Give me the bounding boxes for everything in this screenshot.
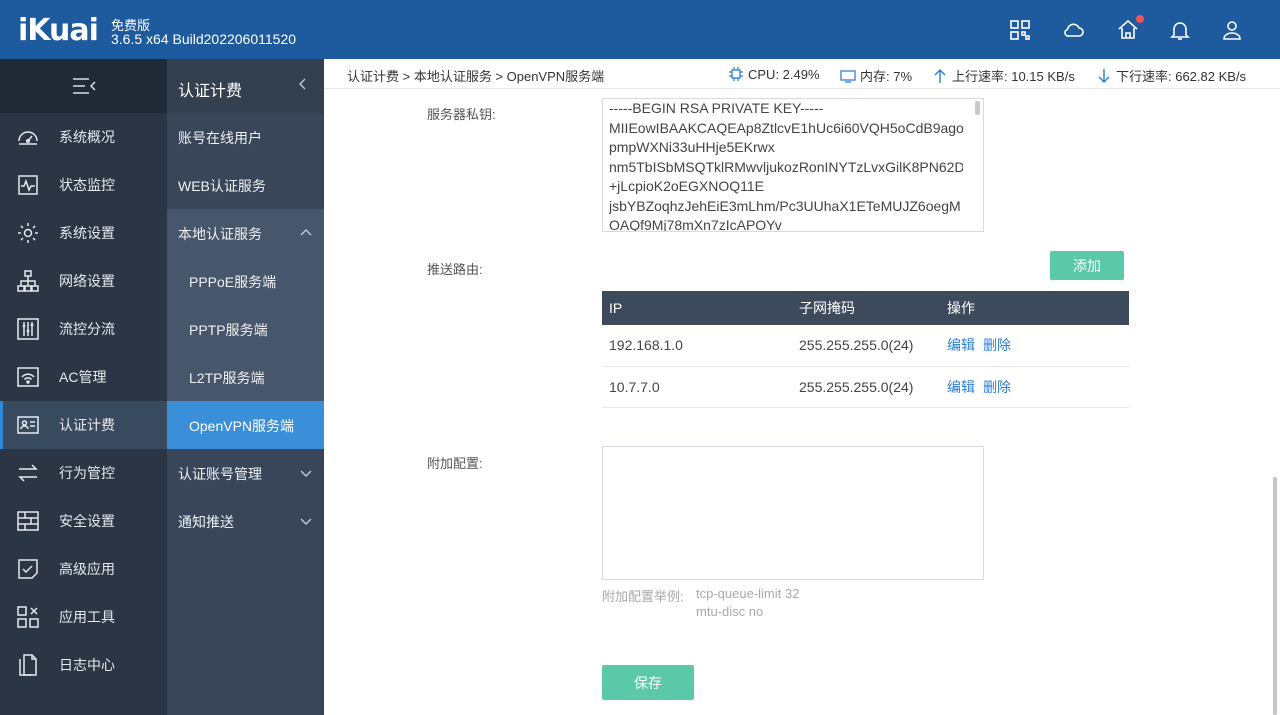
menu-toggle-button[interactable] [0, 59, 167, 113]
sliders-icon [16, 317, 40, 341]
subnav-item-notifications[interactable]: 通知推送 [167, 497, 324, 545]
delete-link[interactable]: 删除 [983, 379, 1011, 395]
qr-code-icon[interactable] [1008, 18, 1032, 42]
breadcrumb: 认证计费 > 本地认证服务 > OpenVPN服务端 [347, 69, 605, 84]
version-label: 3.6.5 x64 Build202206011520 [111, 31, 297, 47]
sidebar-item-network[interactable]: 网络设置 [0, 257, 167, 305]
page-scrollbar[interactable] [1273, 477, 1277, 715]
subnav-item-pppoe[interactable]: PPPoE服务端 [167, 257, 324, 305]
subnav-item-online-users[interactable]: 账号在线用户 [167, 113, 324, 161]
cloud-icon[interactable] [1062, 18, 1086, 42]
arrow-up-icon [934, 68, 946, 83]
edit-link[interactable]: 编辑 [947, 337, 975, 353]
table-header-row: IP 子网掩码 操作 [602, 291, 1129, 325]
edit-link[interactable]: 编辑 [947, 379, 975, 395]
logo: iKuai [18, 13, 99, 48]
monitor-icon [16, 173, 40, 197]
push-route-label: 推送路由: [427, 262, 483, 277]
column-actions: 操作 [940, 291, 1129, 325]
route-mask: 255.255.255.0(24) [792, 366, 940, 408]
extra-config-hint-line: mtu-disc no [696, 604, 764, 619]
arrow-down-icon [1098, 68, 1110, 83]
cpu-icon [729, 67, 743, 81]
column-ip: IP [602, 291, 792, 325]
notification-dot [1136, 15, 1144, 23]
subnav-item-pptp[interactable]: PPTP服务端 [167, 305, 324, 353]
textarea-scrollbar[interactable] [975, 101, 980, 115]
save-button[interactable]: 保存 [602, 665, 694, 700]
home-icon[interactable] [1116, 15, 1144, 42]
table-row: 192.168.1.0 255.255.255.0(24) 编辑 删除 [602, 325, 1129, 367]
sidebar-item-overview[interactable]: 系统概况 [0, 113, 167, 161]
private-key-label: 服务器私钥: [427, 107, 496, 122]
advanced-app-icon [16, 557, 40, 581]
route-actions: 编辑 删除 [940, 366, 1129, 408]
chevron-up-icon [300, 229, 312, 236]
sidebar-item-flow-control[interactable]: 流控分流 [0, 305, 167, 353]
subnav-item-l2tp[interactable]: L2TP服务端 [167, 353, 324, 401]
main-sidebar: 系统概况 状态监控 系统设置 网络设置 流控分流 AC管理 认证计费 行为管控 … [0, 59, 167, 715]
chevron-down-icon [300, 470, 312, 477]
wifi-icon [16, 365, 40, 389]
sidebar-item-behavior[interactable]: 行为管控 [0, 449, 167, 497]
extra-config-textarea[interactable] [602, 446, 984, 580]
sidebar-item-tools[interactable]: 应用工具 [0, 593, 167, 641]
route-ip: 10.7.7.0 [602, 366, 792, 408]
extra-config-label: 附加配置: [427, 456, 483, 471]
subnav-title: 认证计费 [178, 83, 243, 100]
sidebar-item-advanced[interactable]: 高级应用 [0, 545, 167, 593]
cpu-stat: CPU: 2.49% [728, 66, 820, 82]
upload-stat: 上行速率: 10.15 KB/s [932, 66, 1075, 85]
extra-config-hint-line: tcp-queue-limit 32 [696, 586, 800, 601]
subnav-item-local-auth[interactable]: 本地认证服务 [167, 209, 324, 257]
add-route-button[interactable]: 添加 [1050, 251, 1124, 280]
bell-icon[interactable] [1168, 18, 1192, 42]
gear-icon [16, 221, 40, 245]
subnav-item-auth-accounts[interactable]: 认证账号管理 [167, 449, 324, 497]
sidebar-item-auth-billing[interactable]: 认证计费 [0, 401, 167, 449]
download-stat: 下行速率: 662.82 KB/s [1096, 66, 1246, 85]
chevron-down-icon [300, 518, 312, 525]
sidebar-item-security[interactable]: 安全设置 [0, 497, 167, 545]
extra-config-hint-label: 附加配置举例: [602, 589, 684, 604]
delete-link[interactable]: 删除 [983, 337, 1011, 353]
top-header: iKuai 免费版 3.6.5 x64 Build202206011520 [0, 0, 1280, 59]
log-icon [16, 653, 40, 677]
user-icon[interactable] [1220, 18, 1244, 42]
dashboard-icon [16, 125, 40, 149]
sidebar-item-logs[interactable]: 日志中心 [0, 641, 167, 689]
main-content: 认证计费 > 本地认证服务 > OpenVPN服务端 CPU: 2.49% 内存… [324, 59, 1280, 715]
route-mask: 255.255.255.0(24) [792, 325, 940, 367]
subnav-title-bar: 认证计费 [167, 59, 324, 113]
sidebar-item-monitor[interactable]: 状态监控 [0, 161, 167, 209]
table-row: 10.7.7.0 255.255.255.0(24) 编辑 删除 [602, 366, 1129, 408]
status-bar: 认证计费 > 本地认证服务 > OpenVPN服务端 CPU: 2.49% 内存… [324, 59, 1280, 89]
private-key-textarea[interactable]: -----BEGIN RSA PRIVATE KEY----- MIIEowIB… [602, 98, 984, 232]
column-mask: 子网掩码 [792, 291, 940, 325]
sub-sidebar: 认证计费 账号在线用户 WEB认证服务 本地认证服务 PPPoE服务端 PPTP… [167, 59, 324, 715]
id-card-icon [16, 413, 40, 437]
sidebar-item-system-settings[interactable]: 系统设置 [0, 209, 167, 257]
firewall-icon [16, 509, 40, 533]
route-table: IP 子网掩码 操作 192.168.1.0 255.255.255.0(24)… [602, 291, 1129, 408]
chevron-left-icon[interactable] [296, 77, 310, 91]
menu-collapse-icon [72, 78, 96, 94]
subnav-item-web-auth[interactable]: WEB认证服务 [167, 161, 324, 209]
route-ip: 192.168.1.0 [602, 325, 792, 367]
subnav-item-openvpn[interactable]: OpenVPN服务端 [167, 401, 324, 449]
memory-icon [840, 69, 856, 83]
route-actions: 编辑 删除 [940, 325, 1129, 367]
network-icon [16, 269, 40, 293]
arrows-icon [16, 461, 40, 485]
sidebar-item-ac[interactable]: AC管理 [0, 353, 167, 401]
memory-stat: 内存: 7% [840, 66, 912, 85]
tools-icon [16, 605, 40, 629]
